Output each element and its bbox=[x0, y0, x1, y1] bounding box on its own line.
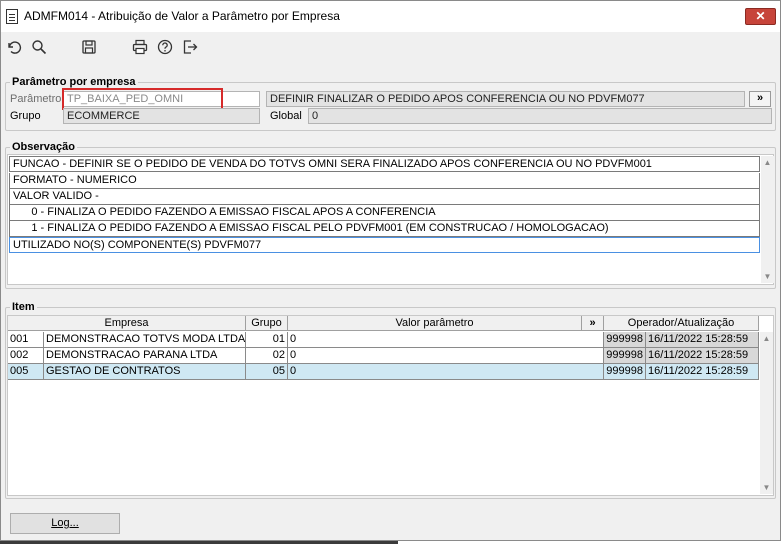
close-button[interactable]: ✕ bbox=[745, 8, 776, 25]
help-icon[interactable] bbox=[156, 38, 174, 56]
row-code: 001 bbox=[8, 332, 44, 348]
obs-line: 1 - FINALIZA O PEDIDO FAZENDO A EMISSAO … bbox=[9, 221, 760, 237]
row-empresa: DEMONSTRACAO TOTVS MODA LTDA bbox=[44, 332, 246, 348]
row-code: 002 bbox=[8, 348, 44, 364]
scroll-up-icon[interactable]: ▲ bbox=[762, 334, 771, 343]
divider bbox=[0, 541, 398, 544]
expand-param-button[interactable]: » bbox=[749, 91, 771, 107]
grupo-field: ECOMMERCE bbox=[63, 108, 260, 124]
document-icon bbox=[6, 9, 18, 24]
row-operador: 999998 bbox=[604, 332, 646, 348]
row-empresa: DEMONSTRACAO PARANA LTDA bbox=[44, 348, 246, 364]
exit-icon[interactable] bbox=[181, 38, 199, 56]
parametro-label: Parâmetro bbox=[10, 93, 62, 105]
print-icon[interactable] bbox=[131, 38, 149, 56]
toolbar bbox=[1, 32, 780, 62]
window-title: ADMFM014 - Atribuição de Valor a Parâmet… bbox=[24, 9, 340, 23]
obs-textarea[interactable]: FUNCAO - DEFINIR SE O PEDIDO DE VENDA DO… bbox=[7, 154, 774, 285]
save-icon[interactable] bbox=[80, 38, 98, 56]
row-grupo: 02 bbox=[246, 348, 288, 364]
scroll-down-icon[interactable]: ▼ bbox=[763, 272, 772, 281]
obs-line: FORMATO - NUMERICO bbox=[9, 173, 760, 189]
row-grupo: 01 bbox=[246, 332, 288, 348]
obs-section-title: Observação bbox=[12, 141, 75, 153]
row-valor[interactable]: 0 bbox=[288, 332, 604, 348]
column-header-grupo[interactable]: Grupo bbox=[246, 316, 288, 331]
scroll-down-icon[interactable]: ▼ bbox=[762, 483, 771, 492]
row-valor[interactable]: 0 bbox=[288, 364, 604, 380]
expand-valor-button[interactable]: » bbox=[582, 316, 604, 331]
grid-scrollbar[interactable]: ▲ ▼ bbox=[760, 332, 773, 494]
param-section-title: Parâmetro por empresa bbox=[12, 76, 136, 88]
obs-line: FUNCAO - DEFINIR SE O PEDIDO DE VENDA DO… bbox=[9, 156, 760, 172]
global-field: 0 bbox=[308, 108, 772, 124]
app-window: ADMFM014 - Atribuição de Valor a Parâmet… bbox=[0, 0, 781, 541]
scroll-up-icon[interactable]: ▲ bbox=[763, 158, 772, 167]
grupo-label: Grupo bbox=[10, 110, 41, 122]
item-section-title: Item bbox=[12, 301, 35, 313]
undo-icon[interactable] bbox=[5, 38, 23, 56]
parametro-description: DEFINIR FINALIZAR O PEDIDO APOS CONFEREN… bbox=[266, 91, 745, 107]
global-label: Global bbox=[270, 110, 302, 122]
title-bar: ADMFM014 - Atribuição de Valor a Parâmet… bbox=[1, 1, 780, 32]
row-data: 16/11/2022 15:28:59 bbox=[646, 332, 759, 348]
row-code: 005 bbox=[8, 364, 44, 380]
search-icon[interactable] bbox=[30, 38, 48, 56]
row-data: 16/11/2022 15:28:59 bbox=[646, 364, 759, 380]
row-data: 16/11/2022 15:28:59 bbox=[646, 348, 759, 364]
row-operador: 999998 bbox=[604, 348, 646, 364]
row-valor[interactable]: 0 bbox=[288, 348, 604, 364]
obs-line: VALOR VALIDO - bbox=[9, 189, 760, 205]
item-grid: Empresa Grupo Valor parâmetro » Operador… bbox=[7, 315, 774, 496]
obs-scrollbar[interactable]: ▲ ▼ bbox=[761, 156, 774, 283]
obs-line: 0 - FINALIZA O PEDIDO FAZENDO A EMISSAO … bbox=[9, 205, 760, 221]
obs-line: UTILIZADO NO(S) COMPONENTE(S) PDVFM077 bbox=[9, 237, 760, 253]
row-empresa: GESTAO DE CONTRATOS bbox=[44, 364, 246, 380]
log-button[interactable]: Log... bbox=[10, 513, 120, 534]
highlight-box bbox=[62, 88, 223, 110]
column-header-operador[interactable]: Operador/Atualização bbox=[604, 316, 759, 331]
column-header-valor[interactable]: Valor parâmetro bbox=[288, 316, 582, 331]
row-operador: 999998 bbox=[604, 364, 646, 380]
log-button-label: Log... bbox=[51, 517, 79, 529]
column-header-empresa[interactable]: Empresa bbox=[8, 316, 246, 331]
row-grupo: 05 bbox=[246, 364, 288, 380]
